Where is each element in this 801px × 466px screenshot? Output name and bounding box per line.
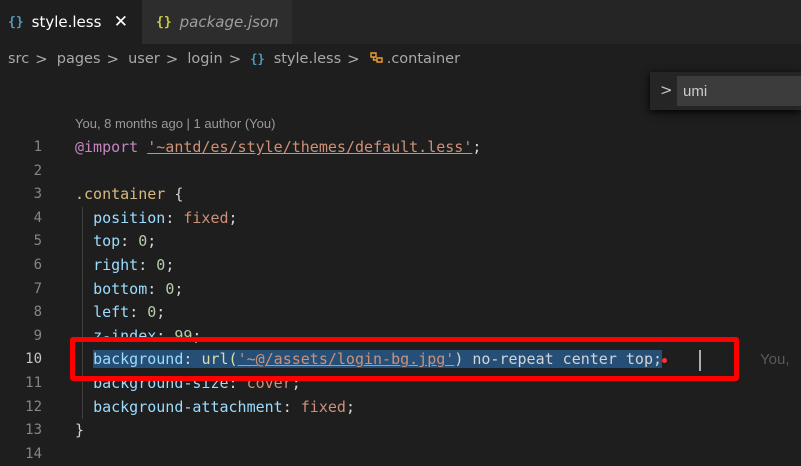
json-file-icon: {} xyxy=(156,14,172,30)
breadcrumb-user[interactable]: user xyxy=(119,51,160,67)
line-number: 6 xyxy=(33,256,42,273)
line-content: top: 0; xyxy=(93,232,157,251)
line-number: 7 xyxy=(33,280,42,297)
chevron-right-icon[interactable]: > xyxy=(660,81,673,99)
line-content: right: 0; xyxy=(93,255,175,274)
line-content: position: fixed; xyxy=(93,208,238,227)
code-line: 2 xyxy=(0,160,801,184)
chevron-right-icon: > xyxy=(347,50,360,68)
tab-label: package.json xyxy=(179,13,279,31)
code-line: 7 bottom: 0; xyxy=(0,278,801,302)
inline-blame: You, xyxy=(760,351,790,369)
chevron-right-icon: > xyxy=(35,50,48,68)
code-line: 12 background-attachment: fixed; xyxy=(0,396,801,420)
tab-package-json[interactable]: {} package.json xyxy=(142,0,292,44)
line-number: 2 xyxy=(33,162,42,179)
line-content: } xyxy=(75,421,85,440)
line-content: bottom: 0; xyxy=(93,279,184,298)
breadcrumb-login[interactable]: login xyxy=(178,51,222,67)
chevron-right-icon: > xyxy=(228,50,242,68)
line-content: @import '~antd/es/style/themes/default.l… xyxy=(75,138,482,156)
line-number: 12 xyxy=(25,398,42,415)
line-content: background-attachment: fixed; xyxy=(93,397,355,416)
less-file-icon: {} xyxy=(8,14,24,30)
line-number: 13 xyxy=(25,422,42,439)
code-line: 3 .container { xyxy=(0,183,801,207)
close-icon[interactable]: ✕ xyxy=(114,12,128,32)
find-input[interactable] xyxy=(677,76,801,106)
line-number: 11 xyxy=(25,374,42,391)
tab-bar: {} style.less ✕ {} package.json xyxy=(0,0,801,44)
breadcrumb-src[interactable]: src xyxy=(0,51,29,67)
line-number: 3 xyxy=(33,186,42,203)
breadcrumb: src > pages > user > login > {} style.le… xyxy=(0,44,801,74)
line-number: 9 xyxy=(33,327,42,344)
line-number: 4 xyxy=(33,209,42,226)
code-line: 5 top: 0; xyxy=(0,230,801,254)
tab-label: style.less xyxy=(31,13,102,31)
breadcrumb-file[interactable]: style.less xyxy=(265,51,341,67)
git-blame-codelens[interactable]: You, 8 months ago | 1 author (You) xyxy=(75,116,275,131)
line-number: 8 xyxy=(33,304,42,321)
code-line: 8 left: 0; xyxy=(0,301,801,325)
code-line: 13 } xyxy=(0,419,801,443)
breadcrumb-symbol[interactable]: .container xyxy=(384,51,460,67)
symbol-class-icon xyxy=(360,50,384,68)
chevron-right-icon: > xyxy=(165,50,179,68)
code-editor[interactable]: 1 @import '~antd/es/style/themes/default… xyxy=(0,136,801,466)
find-widget: > xyxy=(650,72,801,110)
breadcrumb-pages[interactable]: pages xyxy=(48,51,101,67)
mouse-cursor-dot xyxy=(662,358,667,363)
less-file-icon: {} xyxy=(250,52,265,66)
text-caret xyxy=(699,350,701,371)
line-number: 10 xyxy=(25,351,42,368)
code-line: 1 @import '~antd/es/style/themes/default… xyxy=(0,136,801,160)
line-number: 1 xyxy=(33,139,42,155)
code-line: 4 position: fixed; xyxy=(0,207,801,231)
tab-style-less[interactable]: {} style.less ✕ xyxy=(0,0,142,44)
code-line: 6 right: 0; xyxy=(0,254,801,278)
annotation-highlight-box xyxy=(70,337,739,381)
line-content: .container { xyxy=(75,185,184,204)
line-content: left: 0; xyxy=(93,303,166,322)
chevron-right-icon: > xyxy=(106,50,120,68)
line-number: 5 xyxy=(33,233,42,250)
